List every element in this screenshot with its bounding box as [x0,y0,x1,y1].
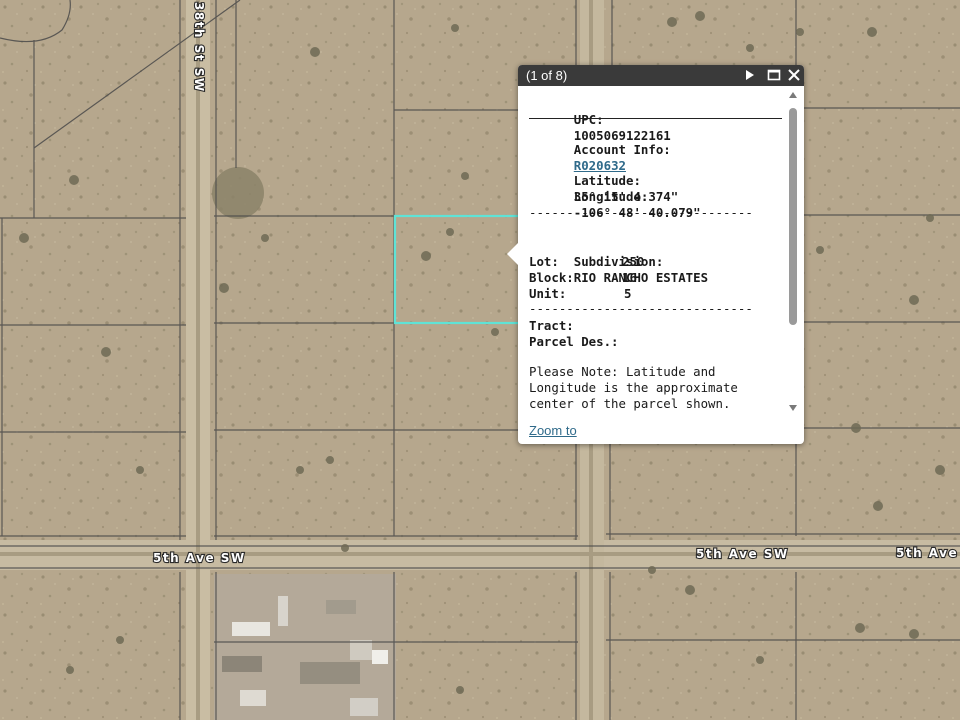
lot-label: Lot: [529,254,559,269]
tract-label: Tract: [529,318,574,333]
popup-counter: (1 of 8) [526,68,568,83]
separator-bottom: ------------------------------ [529,301,753,316]
lot-value: 250 [622,254,645,269]
upc-divider [529,118,782,119]
map-view[interactable]: 38th St SW 5th Ave SW 5th Ave SW 5th Ave… [0,0,960,720]
scroll-up-icon[interactable] [789,92,797,98]
subdivision-label: Subdivision: [573,254,664,269]
unit-value: 5 [624,286,632,301]
next-icon[interactable] [742,67,758,83]
parcel-des-label: Parcel Des.: [529,334,619,349]
account-label: Account Info: [573,142,671,157]
longitude-label: Longitude: [573,189,649,204]
coordinate-note: Please Note: Latitude and Longitude is t… [529,364,738,411]
popup-content[interactable]: UPC: 1005069122161 Account Info: R020632… [529,96,787,414]
parcel-info-popup: (1 of 8) UPC: 1005069122161 Account Info… [507,65,804,444]
street-label-5th-ave-west: 5th Ave SW [153,551,246,565]
popup-pointer [507,243,518,265]
zoom-to-link[interactable]: Zoom to [529,423,577,438]
close-icon[interactable] [786,67,802,83]
street-label-38th: 38th St SW [192,2,206,93]
scroll-down-icon[interactable] [789,405,797,411]
block-value: 16 [622,270,637,285]
street-label-5th-ave-center: 5th Ave SW [696,547,789,561]
maximize-icon[interactable] [766,67,782,83]
popup-scrollbar[interactable] [786,92,800,414]
block-label: Block: [529,270,574,285]
separator-top: ------------------------------ [529,205,753,220]
scroll-thumb[interactable] [789,108,797,325]
developed-lot [214,574,396,720]
street-label-5th-ave-east: 5th Ave S [896,546,960,560]
popup-header: (1 of 8) [518,65,804,86]
subdivision-value: RIO RANCHO ESTATES [573,270,709,285]
upc-label: UPC: [573,112,604,127]
unit-label: Unit: [529,286,567,301]
